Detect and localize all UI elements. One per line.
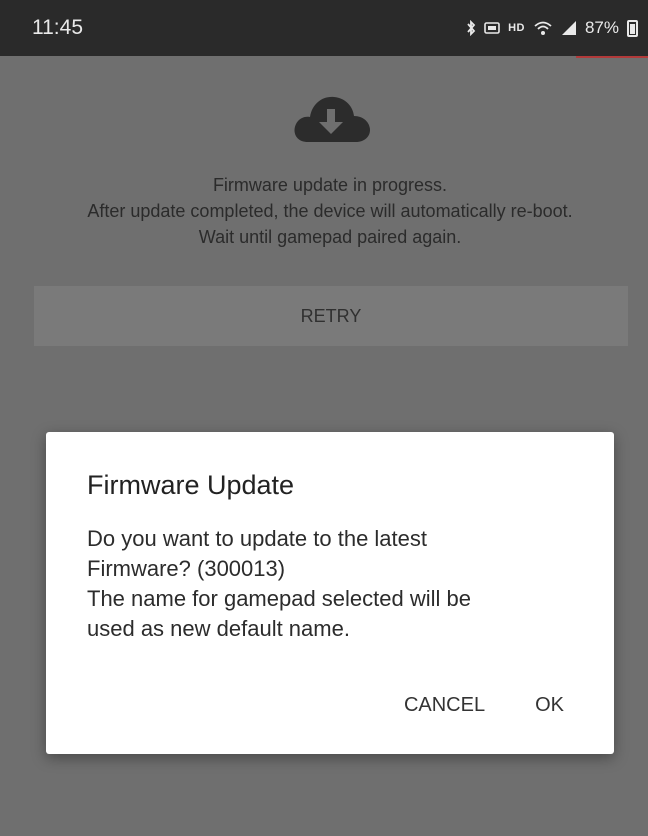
status-accent-line	[576, 56, 648, 58]
status-bar: 11:45 HD 87%	[0, 0, 648, 56]
dialog-body-line: Firmware? (300013)	[87, 556, 286, 581]
dialog-body-line: The name for gamepad selected will be	[87, 586, 471, 611]
cloud-download-icon	[290, 92, 372, 144]
wifi-icon	[533, 20, 553, 36]
dialog-body-line: Do you want to update to the latest	[87, 526, 428, 551]
battery-icon	[627, 19, 638, 37]
dialog-body: Do you want to update to the latest Firm…	[87, 524, 587, 644]
dialog-body-line: used as new default name.	[87, 616, 350, 641]
battery-percent: 87%	[584, 18, 619, 37]
message-line: Wait until gamepad paired again.	[198, 227, 462, 247]
message-line: After update completed, the device will …	[87, 201, 573, 221]
firmware-progress-message: Firmware update in progress. After updat…	[0, 172, 648, 250]
cancel-button[interactable]: CANCEL	[404, 694, 485, 717]
firmware-update-dialog: Firmware Update Do you want to update to…	[46, 432, 614, 754]
retry-button[interactable]: RETRY	[34, 286, 628, 346]
ok-button[interactable]: OK	[535, 694, 564, 717]
bluetooth-icon	[466, 20, 476, 36]
status-time: 11:45	[32, 16, 83, 39]
hd-voice-icon: HD	[508, 22, 525, 34]
battery-saver-icon	[484, 21, 500, 35]
signal-icon	[561, 20, 577, 36]
message-line: Firmware update in progress.	[212, 175, 448, 195]
dialog-actions: CANCEL OK	[404, 694, 564, 717]
status-icons: HD 87%	[466, 17, 638, 39]
dialog-title: Firmware Update	[87, 470, 295, 500]
